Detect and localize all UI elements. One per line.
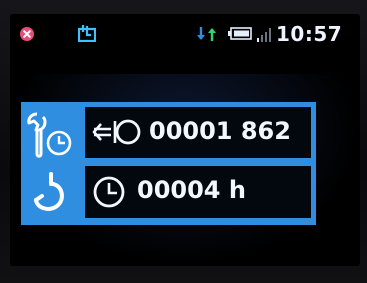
close-icon[interactable] — [20, 27, 34, 41]
operating-hours-value: 00004 h — [137, 176, 246, 204]
app-icon — [77, 24, 97, 47]
operating-hours-row: 00004 h — [85, 166, 311, 218]
transfer-arrows-icon — [195, 25, 219, 48]
battery-icon — [228, 27, 252, 45]
panel-icon-column — [21, 102, 84, 225]
pulse-counter-value: 00001 862 — [149, 117, 291, 145]
display-screen: 10:57 00001 862 00004 h — [10, 14, 360, 266]
pulse-counter-icon — [91, 115, 143, 154]
maintenance-timer-icon — [25, 110, 81, 165]
clock-time: 10:57 — [276, 22, 343, 46]
clock-icon — [91, 174, 127, 215]
pulse-counter-row: 00001 862 — [85, 107, 311, 158]
crane-hook-icon — [27, 170, 75, 227]
signal-icon — [257, 25, 273, 48]
counter-panel: 00001 862 00004 h — [21, 102, 316, 225]
status-bar: 10:57 — [10, 14, 360, 54]
